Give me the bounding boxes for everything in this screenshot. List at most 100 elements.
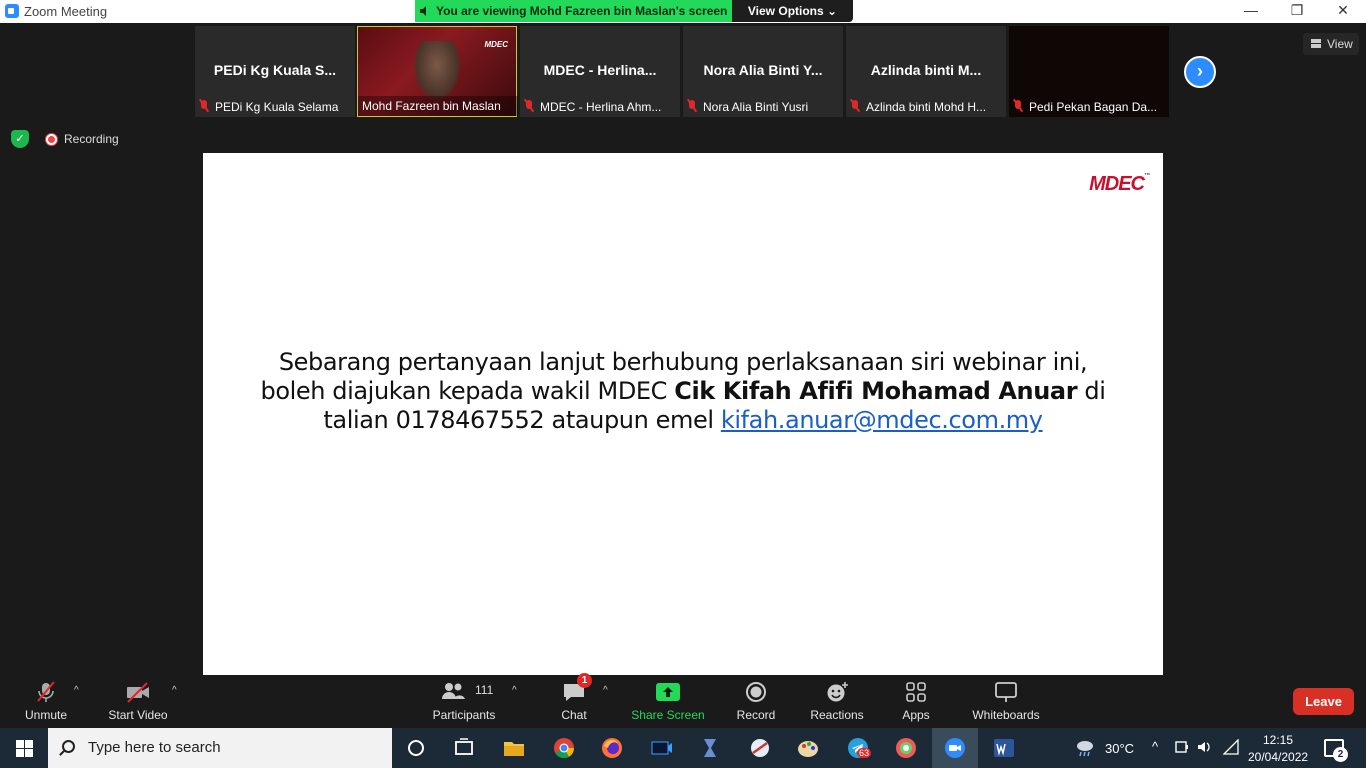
- security-shield-icon[interactable]: ✓: [11, 130, 29, 148]
- trademark-mark: ™: [1144, 173, 1150, 179]
- participants-label: Participants: [432, 708, 496, 722]
- participant-label: Nora Alia Binti Yusri: [683, 97, 843, 117]
- windows-taskbar: Type here to search 63 30°C ^ 12:15 20/0…: [0, 728, 1366, 768]
- window-title: Zoom Meeting: [24, 4, 108, 19]
- window-titlebar: Zoom Meeting You are viewing Mohd Fazree…: [0, 0, 1366, 23]
- word-icon[interactable]: [992, 736, 1016, 760]
- share-screen-button[interactable]: Share Screen: [628, 675, 708, 728]
- participant-label: Pedi Pekan Bagan Da...: [1009, 97, 1169, 117]
- cortana-icon[interactable]: [404, 736, 428, 760]
- participant-display-name: MDEC - Herlina...: [543, 62, 657, 78]
- snipping-tool-icon[interactable]: [748, 736, 772, 760]
- windows-logo-icon: [16, 740, 24, 748]
- reactions-button[interactable]: Reactions: [806, 675, 868, 728]
- participant-display-name: Azlinda binti M...: [870, 62, 982, 78]
- mdec-logo: MDEC: [484, 40, 508, 49]
- recording-label: Recording: [64, 132, 119, 146]
- taskbar-search-input[interactable]: Type here to search: [48, 728, 392, 768]
- video-off-icon: [127, 682, 149, 703]
- color-picker-app-icon[interactable]: [894, 736, 918, 760]
- weather-rain-icon[interactable]: [1073, 736, 1097, 760]
- mdec-logo: MDEC™: [1089, 173, 1150, 196]
- recording-indicator[interactable]: Recording: [40, 130, 119, 148]
- participant-display-name: PEDi Kg Kuala S...: [213, 62, 337, 78]
- close-button[interactable]: ✕: [1320, 0, 1366, 23]
- chevron-down-icon: ⌄: [827, 4, 838, 18]
- whiteboards-button[interactable]: Whiteboards: [966, 675, 1046, 728]
- participants-caret-icon[interactable]: ^: [512, 685, 517, 696]
- windows-start-button[interactable]: [0, 728, 48, 768]
- participant-tile[interactable]: Pedi Pekan Bagan Da...: [1009, 26, 1169, 117]
- notification-count-badge: 2: [1333, 747, 1348, 762]
- battery-icon[interactable]: [1173, 738, 1191, 756]
- participant-label: Mohd Fazreen bin Maslan: [358, 96, 518, 116]
- slide-text-segment: di: [1077, 377, 1106, 405]
- apps-button[interactable]: Apps: [890, 675, 942, 728]
- slide-message: Sebarang pertanyaan lanjut berhubung per…: [243, 348, 1123, 435]
- participant-tile[interactable]: Azlinda binti M... Azlinda binti Mohd H.…: [846, 26, 1006, 117]
- slide-line-3: talian 0178467552 ataupun emel kifah.anu…: [243, 406, 1123, 435]
- firefox-icon[interactable]: [600, 736, 624, 760]
- shared-screen-slide: MDEC™ Sebarang pertanyaan lanjut berhubu…: [203, 153, 1163, 675]
- slide-line-1: Sebarang pertanyaan lanjut berhubung per…: [278, 348, 1088, 376]
- video-options-caret-icon[interactable]: ^: [172, 685, 177, 696]
- participant-label: Azlinda binti Mohd H...: [846, 97, 1006, 117]
- participant-video: [413, 41, 461, 101]
- participant-label: MDEC - Herlina Ahm...: [520, 97, 680, 117]
- maximize-button[interactable]: ❐: [1274, 0, 1320, 23]
- chat-unread-badge: 1: [577, 673, 592, 688]
- file-explorer-icon[interactable]: [502, 736, 526, 760]
- chat-caret-icon[interactable]: ^: [603, 685, 608, 696]
- volume-icon[interactable]: [1196, 738, 1214, 756]
- mic-muted-icon: [1013, 100, 1023, 112]
- mic-muted-icon: [687, 100, 697, 112]
- record-button[interactable]: Record: [728, 675, 784, 728]
- participant-tile-active-speaker[interactable]: MDEC Mohd Fazreen bin Maslan: [357, 26, 518, 117]
- share-screen-icon: [656, 683, 680, 701]
- clock-time[interactable]: 12:15: [1263, 733, 1293, 747]
- speaker-icon: [420, 6, 426, 16]
- video-editor-icon[interactable]: [650, 736, 674, 760]
- participant-display-name: Nora Alia Binti Y...: [703, 62, 823, 78]
- windows-logo-tile: [25, 740, 33, 748]
- windows-logo-tile: [25, 749, 33, 757]
- minimize-button[interactable]: —: [1228, 0, 1274, 23]
- record-icon: [46, 134, 57, 145]
- whiteboards-label: Whiteboards: [972, 708, 1040, 722]
- chrome-icon[interactable]: [552, 736, 576, 760]
- network-icon[interactable]: [1222, 738, 1240, 756]
- mic-muted-icon: [199, 100, 209, 112]
- participant-name: Pedi Pekan Bagan Da...: [1029, 100, 1158, 114]
- zoom-app-icon: [5, 4, 19, 18]
- contact-email-link[interactable]: kifah.anuar@mdec.com.my: [721, 406, 1043, 434]
- participant-tile[interactable]: MDEC - Herlina... MDEC - Herlina Ahm...: [520, 26, 680, 117]
- clock-date[interactable]: 20/04/2022: [1248, 750, 1308, 764]
- mic-muted-icon: [850, 100, 860, 112]
- audio-options-caret-icon[interactable]: ^: [74, 685, 79, 696]
- view-layout-button[interactable]: View: [1303, 33, 1359, 55]
- reactions-smiley-icon: [827, 682, 848, 702]
- participant-name: PEDi Kg Kuala Selama: [215, 100, 339, 114]
- leave-meeting-button[interactable]: Leave: [1293, 688, 1354, 715]
- participant-tile[interactable]: Nora Alia Binti Y... Nora Alia Binti Yus…: [683, 26, 843, 117]
- show-hidden-icons-chevron-icon[interactable]: ^: [1152, 739, 1158, 754]
- participant-name: Nora Alia Binti Yusri: [703, 100, 809, 114]
- paint-icon[interactable]: [796, 736, 820, 760]
- participant-name: MDEC - Herlina Ahm...: [540, 100, 662, 114]
- unmute-button[interactable]: Unmute: [14, 675, 78, 728]
- start-video-button[interactable]: Start Video: [100, 675, 176, 728]
- task-view-icon[interactable]: [452, 736, 476, 760]
- windows-logo-tile: [16, 749, 24, 757]
- temperature: 30°C: [1105, 741, 1135, 756]
- view-options-button[interactable]: View Options ⌄: [732, 0, 853, 22]
- participants-button[interactable]: 111 Participants: [428, 675, 500, 728]
- participant-tile[interactable]: PEDi Kg Kuala S... PEDi Kg Kuala Selama: [195, 26, 355, 117]
- gallery-next-arrow-button[interactable]: ›: [1184, 56, 1216, 88]
- chat-button[interactable]: 1 Chat: [548, 673, 600, 728]
- participants-icon: [442, 683, 466, 699]
- mic-muted-icon: [524, 100, 534, 112]
- grid-icon: [1311, 39, 1321, 48]
- participants-count: 111: [475, 683, 494, 697]
- zoom-taskbar-button-active[interactable]: [932, 728, 978, 768]
- hourglass-app-icon[interactable]: [698, 736, 722, 760]
